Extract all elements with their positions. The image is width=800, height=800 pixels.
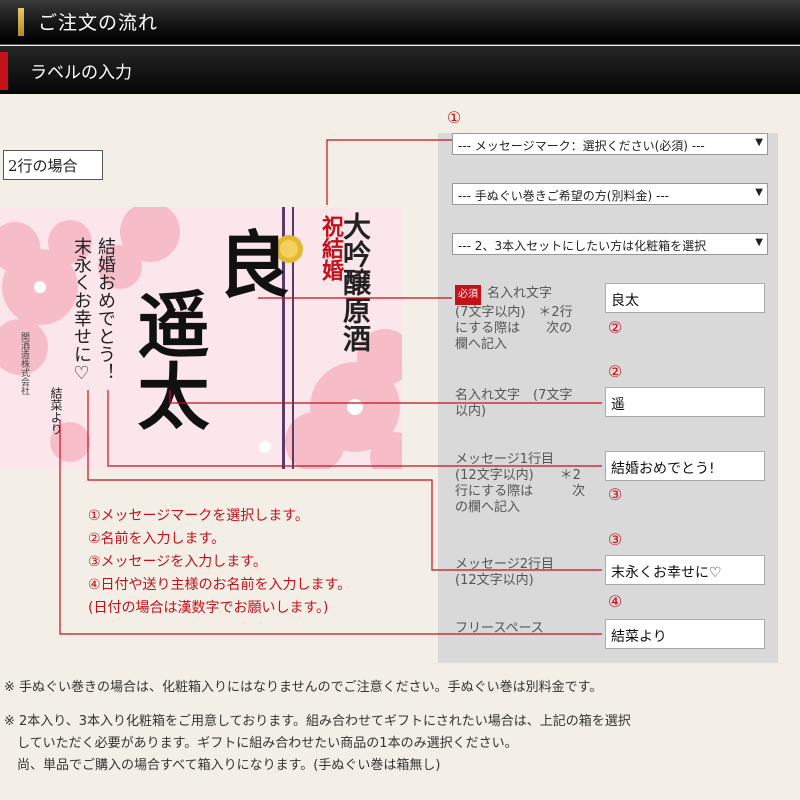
marker-2a: ② <box>607 318 623 337</box>
name1-label-a: 名入れ文字 <box>487 286 553 301</box>
case-label: 2行の場合 <box>3 150 103 180</box>
chevron-down-icon: ▼ <box>755 187 763 198</box>
message1-label-a: メッセージ1行目 <box>455 452 555 467</box>
name1-label-d: 欄へ記入 <box>455 337 508 352</box>
step-note: (日付の場合は漢数字でお願いします。) <box>88 600 329 616</box>
product-name: 大吟醸原酒 <box>339 212 372 352</box>
message1-label-b: (12文字以内) ＊2 <box>455 468 581 483</box>
free-space-label: フリースペース <box>455 621 544 636</box>
instruction-steps: ①メッセージマークを選択します。 ②名前を入力します。 ③メッセージを入力します… <box>88 505 351 620</box>
message2-input[interactable]: 末永くお幸せに♡ <box>605 555 765 585</box>
section-title: ラベルの入力 <box>30 63 132 83</box>
gift-box-select[interactable]: --- 2、3本入セットにしたい方は化粧箱を選択 ▼ <box>452 233 768 255</box>
label-preview-image: 祝結婚 大吟醸原酒 良 遥太 結婚おめでとう！ 末永くお幸せに♡ 結菜より 関酒… <box>0 207 402 469</box>
label-brewery: 関酒造株式会社 <box>19 332 29 395</box>
note-2b: していただく必要があります。ギフトに組み合わせたい商品の1本のみ選択ください。 <box>4 736 518 751</box>
message-mark-select-value: --- メッセージマーク：選択ください(必須) --- <box>458 139 705 153</box>
chevron-down-icon: ▼ <box>755 237 763 248</box>
marker-3a: ③ <box>607 485 623 504</box>
step-1: ①メッセージマークを選択します。 <box>88 508 309 524</box>
name2-label-b: 以内) <box>455 404 487 419</box>
step-2: ②名前を入力します。 <box>88 531 226 547</box>
label-sender: 結菜より <box>49 387 63 435</box>
note-2c: 尚、単品でご購入の場合すべて箱入りになります。(手ぬぐい巻は箱無し) <box>4 758 441 773</box>
label-message-line2: 末永くお幸せに♡ <box>71 237 92 384</box>
step-3: ③メッセージを入力します。 <box>88 554 267 570</box>
message1-input[interactable]: 結婚おめでとう! <box>605 451 765 481</box>
name1-label-b: (7文字以内) ＊2行 <box>455 305 573 320</box>
gift-box-select-value: --- 2、3本入セットにしたい方は化粧箱を選択 <box>458 239 707 253</box>
tenugui-select[interactable]: --- 手ぬぐい巻きご希望の方(別料金) --- ▼ <box>452 183 768 205</box>
message1-label-d: の欄へ記入 <box>455 500 521 515</box>
name2-label: 名入れ文字 (7文字 以内) <box>455 388 572 420</box>
notes: ※ 手ぬぐい巻きの場合は、化粧箱入りにはなりませんのでご注意ください。手ぬぐい巻… <box>4 677 799 777</box>
marker-2b: ② <box>607 362 623 381</box>
header-accent-bar <box>18 8 24 36</box>
message2-label-b: (12文字以内) <box>455 573 534 588</box>
message1-label: メッセージ1行目 (12文字以内) ＊2 行にする際は 次 の欄へ記入 <box>455 452 585 516</box>
message2-label-a: メッセージ2行目 <box>455 557 555 572</box>
marker-3b: ③ <box>607 530 623 549</box>
note-1: ※ 手ぬぐい巻きの場合は、化粧箱入りにはなりませんのでご注意ください。手ぬぐい巻… <box>4 680 603 695</box>
required-badge: 必須 <box>455 285 481 305</box>
message2-label: メッセージ2行目 (12文字以内) <box>455 557 554 589</box>
label-message-line1: 結婚おめでとう！ <box>95 237 116 381</box>
page-title: ご注文の流れ <box>38 12 159 34</box>
name2-label-a: 名入れ文字 (7文字 <box>455 388 573 403</box>
step-4: ④日付や送り主様のお名前を入力します。 <box>88 577 352 593</box>
message1-label-c: 行にする際は 次 <box>455 484 586 499</box>
marker-4: ④ <box>607 592 623 611</box>
section-header: ラベルの入力 <box>0 46 800 94</box>
note-2a: ※ 2本入り、3本入り化粧箱をご用意しております。組み合わせてギフトにされたい場… <box>4 714 631 729</box>
message-mark-select[interactable]: --- メッセージマーク：選択ください(必須) --- ▼ <box>452 133 768 155</box>
label-name-line2: 遥太 <box>125 287 210 431</box>
name1-label-c: にする際は 次の <box>455 321 573 336</box>
chevron-down-icon: ▼ <box>755 137 763 148</box>
name1-label: 必須 名入れ文字 (7文字以内) ＊2行 にする際は 次の 欄へ記入 <box>455 285 573 353</box>
name2-input[interactable]: 遥 <box>605 387 765 417</box>
tenugui-select-value: --- 手ぬぐい巻きご希望の方(別料金) --- <box>458 189 669 203</box>
free-space-input[interactable]: 結菜より <box>605 619 765 649</box>
page-header: ご注文の流れ <box>0 0 800 45</box>
marker-1: ① <box>446 108 462 127</box>
name1-input[interactable]: 良太 <box>605 283 765 313</box>
section-accent-bar <box>0 52 8 90</box>
